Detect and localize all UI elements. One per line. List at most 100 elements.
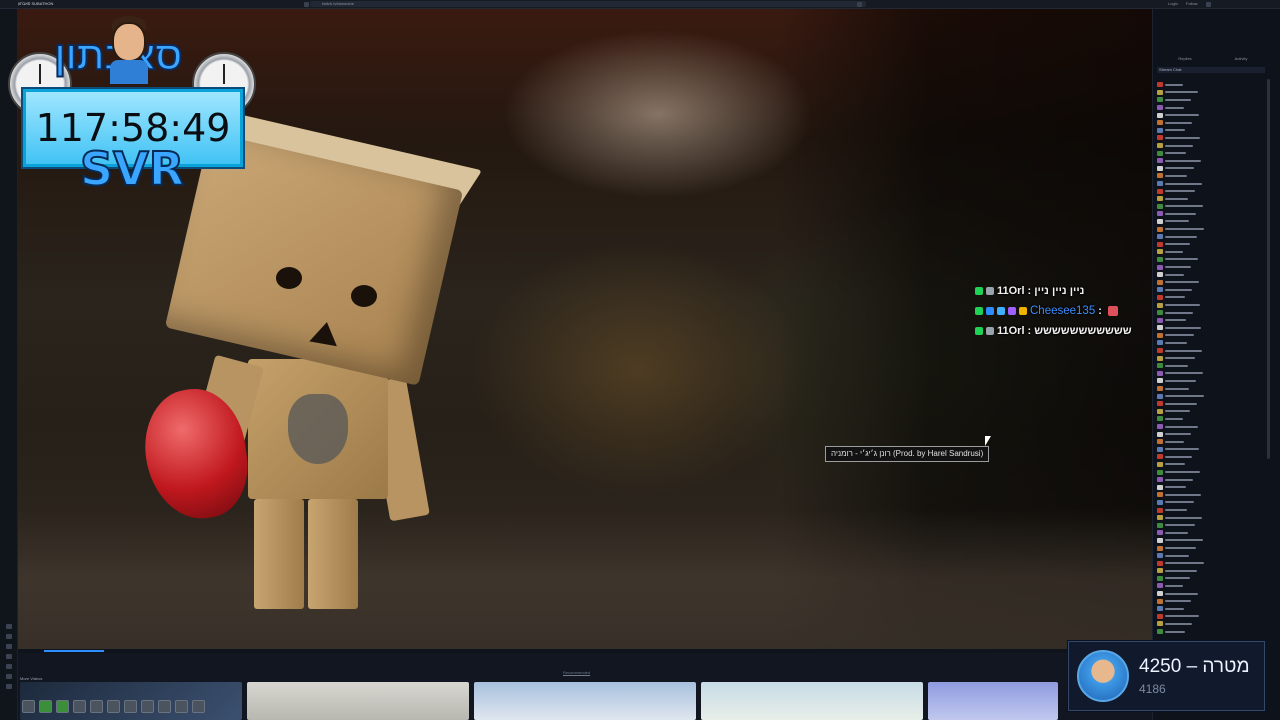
control-icon[interactable] — [90, 700, 103, 713]
side-chat-row — [1157, 567, 1261, 575]
side-chat-row — [1157, 446, 1261, 454]
menu-icon[interactable] — [1206, 2, 1211, 7]
video-thumbnail[interactable] — [701, 682, 923, 720]
avatar — [1157, 575, 1163, 581]
rail-icon-7[interactable] — [6, 684, 12, 689]
message-line — [1165, 220, 1189, 223]
control-icon[interactable] — [107, 700, 120, 713]
side-panel-header: Stream Chat — [1157, 67, 1265, 73]
avatar — [1157, 196, 1163, 202]
bottom-panel: Recommended More Videos — [18, 653, 1152, 720]
message-line — [1165, 357, 1195, 360]
address-bar[interactable]: twitch.tv/iamorshe — [310, 1, 866, 7]
avatar — [1157, 256, 1163, 262]
side-chat-row — [1157, 620, 1261, 628]
rail-icon-5[interactable] — [6, 664, 12, 669]
rail-icon-2[interactable] — [6, 634, 12, 639]
more-videos-label: More Videos — [20, 676, 43, 681]
message-line — [1165, 516, 1202, 519]
control-icon[interactable] — [158, 700, 171, 713]
rail-icon-6[interactable] — [6, 674, 12, 679]
recommended-link[interactable]: Recommended — [563, 670, 590, 675]
side-chat-row — [1157, 529, 1261, 537]
chat-text: ששששששששששש — [1034, 325, 1132, 337]
avatar — [1157, 431, 1163, 437]
avatar — [1157, 150, 1163, 156]
message-line — [1165, 121, 1192, 124]
avatar — [1157, 530, 1163, 536]
avatar — [1157, 105, 1163, 111]
control-icon[interactable] — [175, 700, 188, 713]
side-chat-row — [1157, 294, 1261, 302]
side-panel-tabs: Replies Activity — [1157, 56, 1269, 64]
stream-screen: סאבתון SUBATHON twitch.tv/iamorshe Login… — [0, 0, 1280, 720]
avatar — [1157, 370, 1163, 376]
side-chat-row — [1157, 575, 1261, 583]
video-thumbnail[interactable] — [247, 682, 469, 720]
browser-title: סאבתון SUBATHON — [18, 1, 54, 6]
side-chat-row — [1157, 590, 1261, 598]
avatar — [1157, 218, 1163, 224]
message-line — [1165, 455, 1192, 458]
side-chat-list[interactable] — [1157, 81, 1261, 635]
side-chat-row — [1157, 605, 1261, 613]
avatar — [1157, 120, 1163, 126]
avatar — [1157, 484, 1163, 490]
video-thumbnail[interactable] — [928, 682, 1058, 720]
tab-activity[interactable]: Activity — [1213, 56, 1269, 64]
avatar — [1157, 522, 1163, 528]
control-icon[interactable] — [73, 700, 86, 713]
message-line — [1165, 410, 1190, 413]
avatar — [1157, 439, 1163, 445]
side-panel-scrollbar[interactable] — [1267, 79, 1270, 459]
side-chat-row — [1157, 582, 1261, 590]
chat-separator: : — [1027, 325, 1032, 337]
side-chat-row — [1157, 483, 1261, 491]
side-chat-row — [1157, 316, 1261, 324]
control-icon[interactable] — [56, 700, 69, 713]
side-chat-row — [1157, 453, 1261, 461]
control-icon[interactable] — [192, 700, 205, 713]
mod-badge-icon — [975, 307, 983, 315]
control-icon[interactable] — [22, 700, 35, 713]
sword-badge-icon — [986, 327, 994, 335]
side-chat-row — [1157, 370, 1261, 378]
avatar — [1157, 325, 1163, 331]
side-chat-row — [1157, 271, 1261, 279]
side-chat-row — [1157, 468, 1261, 476]
side-chat-row — [1157, 180, 1261, 188]
star-icon[interactable] — [857, 2, 862, 7]
message-line — [1165, 471, 1200, 474]
message-line — [1165, 190, 1195, 193]
avatar — [1157, 553, 1163, 559]
message-line — [1165, 83, 1183, 86]
sword-badge-icon — [986, 287, 994, 295]
login-link[interactable]: Login — [1168, 1, 1178, 6]
control-icon[interactable] — [124, 700, 137, 713]
control-icon[interactable] — [39, 700, 52, 713]
side-chat-row — [1157, 218, 1261, 226]
follow-link[interactable]: Follow — [1186, 1, 1198, 6]
avatar — [1157, 203, 1163, 209]
address-text: twitch.tv/iamorshe — [322, 1, 355, 6]
rail-icon-3[interactable] — [6, 644, 12, 649]
control-icon[interactable] — [141, 700, 154, 713]
avatar — [1157, 348, 1163, 354]
message-line — [1165, 539, 1203, 542]
side-chat-row — [1157, 278, 1261, 286]
rail-icon-4[interactable] — [6, 654, 12, 659]
back-icon[interactable] — [304, 2, 309, 7]
message-line — [1165, 197, 1188, 200]
crown-badge-icon — [1019, 307, 1027, 315]
video-thumbnail[interactable] — [474, 682, 696, 720]
tab-replies[interactable]: Replies — [1157, 56, 1213, 64]
avatar — [1157, 272, 1163, 278]
side-chat-row — [1157, 415, 1261, 423]
timer-subtitle: SVR — [79, 141, 185, 197]
side-chat-row — [1157, 286, 1261, 294]
message-line — [1165, 554, 1189, 557]
avatar — [1157, 461, 1163, 467]
avatar — [1157, 241, 1163, 247]
message-line — [1165, 243, 1190, 246]
rail-icon-1[interactable] — [6, 624, 12, 629]
